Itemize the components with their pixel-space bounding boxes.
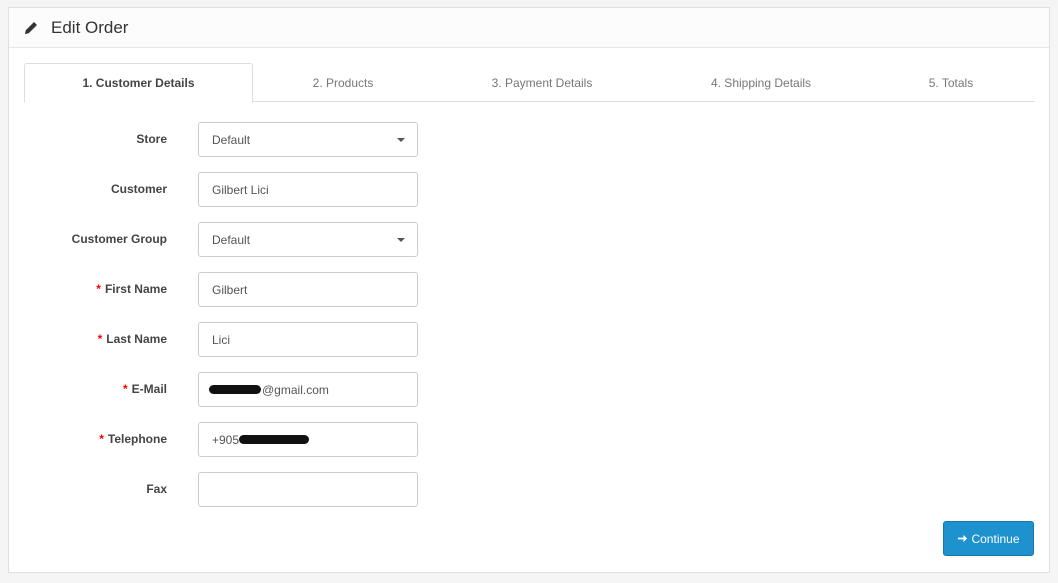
continue-label: Continue	[971, 531, 1020, 546]
required-marker: *	[122, 382, 128, 396]
store-value: Default	[212, 132, 251, 147]
fax-row: Fax	[9, 472, 1049, 522]
tab-payment-details[interactable]: 3. Payment Details	[433, 63, 651, 102]
email-label: * E-Mail	[122, 382, 167, 396]
store-select[interactable]: Default	[198, 122, 418, 157]
last-name-row: * Last Name Lici	[9, 322, 1049, 372]
last-name-value: Lici	[212, 332, 231, 347]
store-label: Store	[136, 132, 167, 146]
required-marker: *	[99, 432, 104, 446]
customer-group-label: Customer Group	[71, 232, 167, 246]
telephone-value: +905	[212, 432, 240, 447]
last-name-input[interactable]: Lici	[198, 322, 418, 357]
customer-details-form: Store Default Customer Gilbert Lici Cust…	[9, 122, 1049, 522]
pencil-icon	[23, 20, 39, 36]
email-row: * E-Mail @gmail.com	[9, 372, 1049, 422]
redaction-mark	[209, 385, 261, 394]
arrow-right-icon	[958, 534, 968, 543]
tab-shipping-details[interactable]: 4. Shipping Details	[651, 63, 871, 102]
store-row: Store Default	[9, 122, 1049, 172]
required-marker: *	[97, 332, 103, 346]
customer-row: Customer Gilbert Lici	[9, 172, 1049, 222]
redaction-mark	[239, 435, 310, 444]
page-title: Edit Order	[51, 17, 129, 37]
fax-input[interactable]	[198, 472, 418, 507]
customer-input[interactable]: Gilbert Lici	[198, 172, 418, 207]
edit-order-panel: Edit Order 1. Customer Details 2. Produc…	[8, 7, 1050, 573]
telephone-input[interactable]: +905	[198, 422, 418, 457]
telephone-row: * Telephone +905	[9, 422, 1049, 472]
customer-group-select[interactable]: Default	[198, 222, 418, 257]
first-name-value: Gilbert	[212, 282, 248, 297]
tab-customer-details[interactable]: 1. Customer Details	[24, 63, 253, 103]
first-name-input[interactable]: Gilbert	[198, 272, 418, 307]
email-value: @gmail.com	[262, 382, 329, 397]
required-marker: *	[96, 282, 101, 296]
tab-totals[interactable]: 5. Totals	[871, 63, 1031, 102]
telephone-label: * Telephone	[99, 432, 167, 446]
customer-label: Customer	[110, 182, 167, 196]
customer-value: Gilbert Lici	[212, 182, 269, 197]
continue-button[interactable]: Continue	[943, 521, 1034, 556]
email-input[interactable]: @gmail.com	[198, 372, 418, 407]
tab-products[interactable]: 2. Products	[253, 63, 433, 102]
first-name-label: * First Name	[96, 282, 167, 296]
fax-label: Fax	[146, 482, 167, 496]
order-tabs: 1. Customer Details 2. Products 3. Payme…	[24, 63, 1035, 103]
last-name-label: * Last Name	[97, 332, 167, 346]
customer-group-value: Default	[212, 232, 251, 247]
customer-group-row: Customer Group Default	[9, 222, 1049, 272]
panel-heading: Edit Order	[9, 8, 1049, 48]
chevron-down-icon	[397, 138, 405, 142]
chevron-down-icon	[397, 238, 405, 242]
first-name-row: * First Name Gilbert	[9, 272, 1049, 322]
